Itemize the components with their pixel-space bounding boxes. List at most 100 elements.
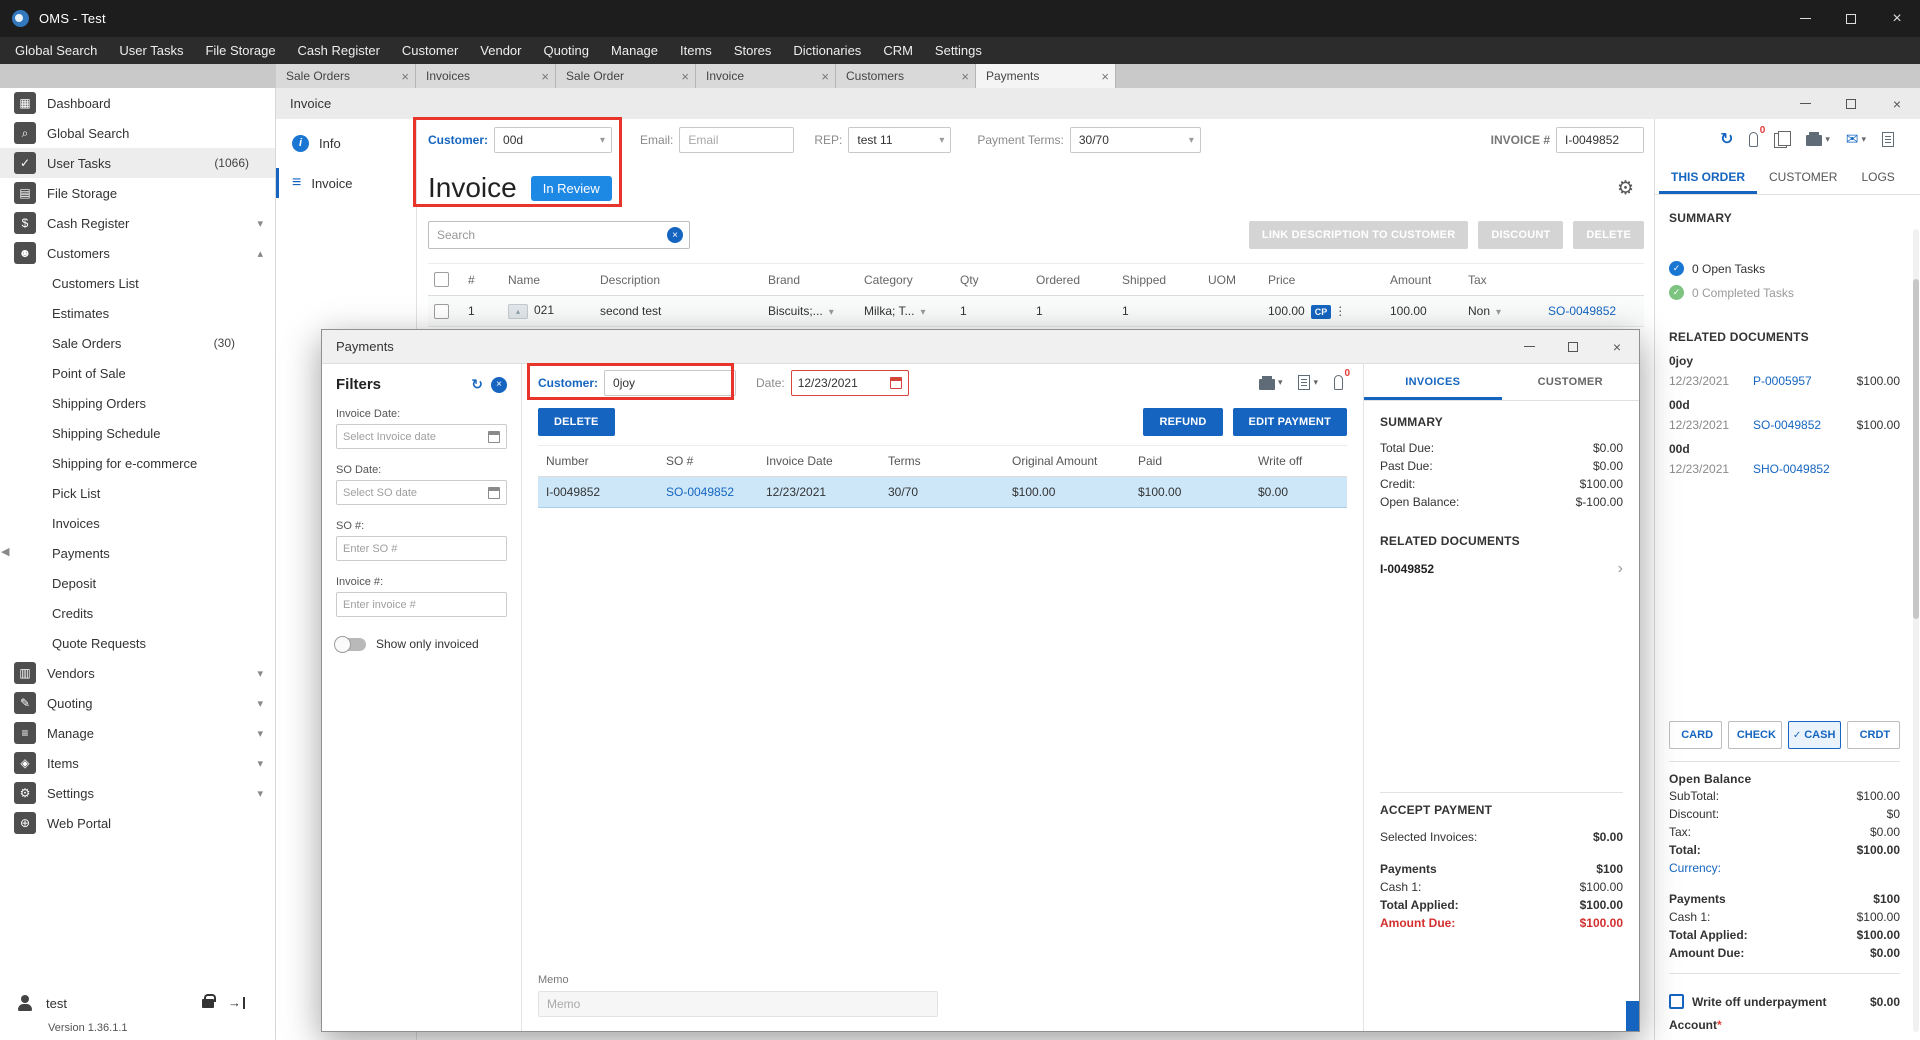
sidebar-item[interactable]: ✎ Quoting ▾ — [0, 688, 275, 718]
so-number-input[interactable] — [343, 542, 500, 555]
sidebar-item[interactable]: ✓ User Tasks (1066) — [0, 148, 275, 178]
maximize-button[interactable] — [1551, 330, 1595, 363]
app-tab[interactable]: Sale Orders × — [276, 64, 416, 88]
email-button[interactable]: ✉ ▾ — [1846, 130, 1866, 148]
sidebar-subitem[interactable]: Estimates — [0, 298, 275, 328]
payment-method-button[interactable]: CHECK — [1728, 721, 1782, 749]
menu-item[interactable]: Manage — [600, 37, 669, 64]
sidebar-item[interactable]: $ Cash Register ▾ — [0, 208, 275, 238]
menu-item[interactable]: CRM — [872, 37, 924, 64]
table-row selected[interactable]: I-0049852 SO-0049852 12/23/2021 30/70 $1… — [538, 476, 1347, 508]
menu-item[interactable]: Global Search — [4, 37, 108, 64]
panel-scrollbar[interactable] — [1913, 229, 1919, 1032]
tab-close-icon[interactable]: × — [815, 69, 829, 84]
related-document-row[interactable]: 12/23/2021 P-0005957 $100.00 — [1669, 374, 1900, 388]
tab-close-icon[interactable]: × — [675, 69, 689, 84]
related-doc-link[interactable]: SHO-0049852 — [1753, 462, 1900, 476]
export-button[interactable]: ▾ — [1298, 375, 1318, 390]
app-tab[interactable]: Payments × — [976, 64, 1116, 88]
menu-item[interactable]: User Tasks — [108, 37, 194, 64]
print-button[interactable]: ▾ — [1806, 132, 1830, 146]
export-document-icon[interactable] — [1882, 131, 1894, 147]
sidebar-subitem[interactable]: Shipping Orders — [0, 388, 275, 418]
refresh-icon[interactable]: ↻ — [471, 376, 483, 393]
sidebar-subitem[interactable]: Deposit — [0, 568, 275, 598]
sidebar-subitem[interactable]: Sale Orders (30) — [0, 328, 275, 358]
sidebar-subitem[interactable]: Payments — [0, 538, 275, 568]
panel-tab[interactable]: CUSTOMER — [1757, 159, 1849, 194]
sidebar-subitem[interactable]: Quote Requests — [0, 628, 275, 658]
menu-item[interactable]: Settings — [924, 37, 993, 64]
currency-link[interactable]: Currency: — [1669, 861, 1900, 875]
sidebar-item[interactable]: ⊕ Web Portal — [0, 808, 275, 838]
sidebar-item[interactable]: ⌕ Global Search — [0, 118, 275, 148]
payment-date-input[interactable] — [797, 375, 890, 390]
so-link[interactable]: SO-0049852 — [1548, 304, 1616, 318]
close-button[interactable]: × — [1874, 0, 1920, 37]
rep-dropdown[interactable]: test 11 ▾ — [848, 127, 952, 153]
clear-search-icon[interactable]: × — [667, 227, 683, 243]
cell-tax[interactable]: Non ▾ — [1462, 295, 1542, 327]
related-doc-link[interactable]: P-0005957 — [1753, 374, 1857, 388]
sidebar-subitem[interactable]: Customers List — [0, 268, 275, 298]
menu-item[interactable]: Dictionaries — [782, 37, 872, 64]
search-input[interactable] — [437, 228, 667, 242]
sidebar-item[interactable]: ≡ Manage ▾ — [0, 718, 275, 748]
invoice-number-input[interactable] — [343, 598, 500, 611]
table-row[interactable]: 1 ▴ 021 second test Biscuits;... ▾ Milka; … — [428, 295, 1644, 327]
show-only-invoiced-toggle[interactable] — [334, 635, 366, 653]
sidebar-collapse-icon[interactable]: ◀ — [1, 545, 9, 558]
sidebar-item[interactable]: ◈ Items ▾ — [0, 748, 275, 778]
partial-save-button[interactable] — [1626, 1001, 1639, 1031]
menu-item[interactable]: Stores — [723, 37, 783, 64]
nav-item-invoice[interactable]: ≡ Invoice — [276, 163, 416, 203]
so-link[interactable]: SO-0049852 — [666, 485, 734, 499]
lock-icon[interactable] — [202, 993, 216, 1008]
menu-item[interactable]: Vendor — [469, 37, 532, 64]
cell-brand[interactable]: Biscuits;... ▾ — [762, 295, 858, 327]
close-button[interactable]: × — [1874, 88, 1920, 119]
sidebar-item[interactable]: ▥ Vendors ▾ — [0, 658, 275, 688]
sidebar-item[interactable]: ▤ File Storage — [0, 178, 275, 208]
nav-item-info[interactable]: i Info — [276, 123, 416, 163]
print-button[interactable]: ▾ — [1258, 375, 1282, 390]
side-tab[interactable]: INVOICES — [1364, 364, 1502, 400]
customer-input[interactable] — [604, 369, 737, 396]
customer-dropdown[interactable]: 00d ▾ — [494, 127, 613, 153]
related-document-row[interactable]: 12/23/2021 SHO-0049852 — [1669, 462, 1900, 476]
memo-input[interactable] — [538, 991, 938, 1017]
related-document-row[interactable]: I-0049852 › — [1380, 560, 1623, 578]
payment-method-button[interactable]: ✓ CASH — [1787, 721, 1841, 749]
cell-description[interactable]: second test — [594, 295, 762, 327]
clear-filters-icon[interactable]: × — [491, 376, 507, 393]
tab-close-icon[interactable]: × — [395, 69, 409, 84]
app-tab[interactable]: Invoices × — [416, 64, 556, 88]
sidebar-item[interactable]: ☻ Customers ▴ — [0, 238, 275, 268]
writeoff-checkbox[interactable] — [1669, 994, 1684, 1009]
so-date-input[interactable] — [343, 486, 488, 499]
minimize-button[interactable] — [1782, 88, 1828, 119]
menu-item[interactable]: Items — [669, 37, 723, 64]
sidebar-subitem[interactable]: Point of Sale — [0, 358, 275, 388]
attachment-button[interactable]: 0 — [1749, 125, 1765, 147]
toolbar-button[interactable]: LINK DESCRIPTION TO CUSTOMER — [1248, 221, 1469, 249]
menu-item[interactable]: File Storage — [194, 37, 286, 64]
calendar-icon[interactable] — [488, 486, 500, 499]
scrollbar-thumb[interactable] — [1913, 279, 1919, 619]
panel-tab[interactable]: THIS ORDER — [1659, 159, 1757, 194]
toolbar-button[interactable]: DISCOUNT — [1478, 221, 1564, 249]
copy-icon[interactable] — [1774, 130, 1792, 148]
payment-method-button[interactable]: CRDT — [1846, 721, 1900, 749]
maximize-button[interactable] — [1828, 88, 1874, 119]
payment-method-button[interactable]: CARD — [1669, 721, 1723, 749]
menu-item[interactable]: Cash Register — [287, 37, 391, 64]
row-checkbox[interactable] — [434, 303, 449, 319]
sidebar-item[interactable]: ⚙ Settings ▾ — [0, 778, 275, 808]
toolbar-button[interactable]: DELETE — [1573, 221, 1644, 249]
sidebar-subitem[interactable]: Shipping for e-commerce — [0, 448, 275, 478]
refund-button[interactable]: REFUND — [1143, 408, 1223, 436]
invoice-number-field[interactable] — [1556, 127, 1644, 153]
sidebar-subitem[interactable]: Pick List — [0, 478, 275, 508]
sidebar-item[interactable]: ▦ Dashboard — [0, 88, 275, 118]
minimize-button[interactable] — [1782, 0, 1828, 37]
